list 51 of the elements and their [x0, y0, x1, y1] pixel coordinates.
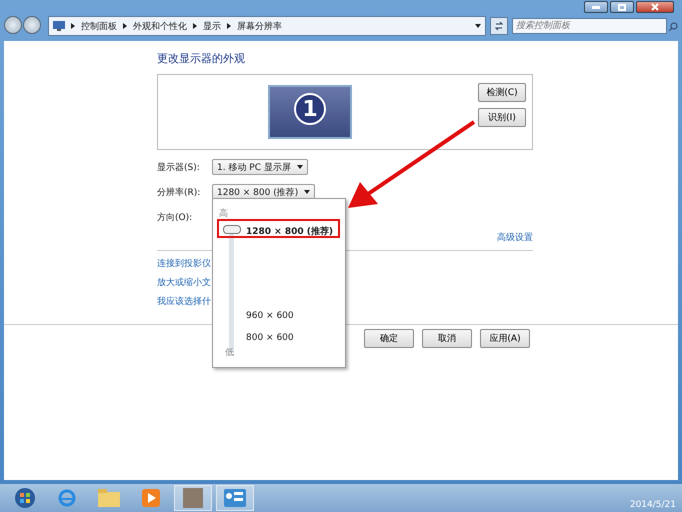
maximize-icon — [618, 4, 626, 10]
back-button[interactable] — [4, 16, 22, 34]
field-label: 方向(O): — [157, 212, 194, 224]
refresh-button[interactable] — [490, 17, 508, 35]
caret-icon — [296, 165, 303, 169]
breadcrumb[interactable]: 屏幕分辨率 — [237, 20, 282, 32]
chevron-icon — [193, 23, 197, 29]
breadcrumb[interactable]: 显示 — [203, 20, 221, 32]
minimize-button[interactable] — [584, 1, 608, 13]
dialog-button[interactable]: 取消 — [422, 329, 472, 348]
caret-icon — [304, 190, 310, 194]
monitor-number: 1 — [294, 93, 326, 125]
photo-viewer-button[interactable] — [174, 485, 212, 511]
slider-thumb[interactable] — [223, 225, 241, 234]
help-link[interactable]: 我应该选择什 — [157, 295, 211, 308]
chevron-icon — [71, 23, 75, 29]
minimize-icon — [592, 6, 600, 8]
help-link[interactable]: 放大或缩小文 — [157, 276, 211, 289]
help-link[interactable]: 连接到投影仪 — [157, 257, 211, 270]
search-icon — [669, 22, 678, 30]
control-panel-icon[interactable] — [216, 485, 254, 511]
close-icon — [651, 3, 659, 11]
photo-placeholder — [183, 488, 203, 508]
low-label: 低 — [225, 347, 234, 359]
field-label: 分辨率(R): — [157, 186, 202, 198]
high-label: 高 — [219, 208, 228, 220]
search-field[interactable]: 搜索控制面板 — [512, 18, 667, 34]
close-button[interactable] — [636, 1, 674, 13]
advanced-settings-link[interactable]: 高级设置 — [497, 233, 533, 243]
breadcrumb[interactable]: 外观和个性化 — [133, 20, 187, 32]
page-heading: 更改显示器的外观 — [157, 51, 246, 66]
resolution-option[interactable]: 960 × 600 — [246, 311, 294, 321]
resolution-option[interactable]: 1280 × 800 (推荐) — [246, 225, 334, 238]
breadcrumb[interactable]: 控制面板 — [81, 20, 117, 32]
panel-button[interactable]: 识别(I) — [478, 108, 526, 127]
forward-button[interactable] — [23, 16, 41, 34]
dialog-button[interactable]: 应用(A) — [480, 329, 530, 348]
maximize-button[interactable] — [610, 1, 634, 13]
monitor-thumbnail[interactable]: 1 — [268, 85, 352, 139]
chevron-icon — [227, 23, 231, 29]
resolution-option[interactable]: 800 × 600 — [246, 333, 294, 343]
field-label: 显示器(S): — [157, 162, 201, 174]
clock-date: 2014/5/21 — [630, 500, 676, 510]
chevron-icon — [123, 23, 127, 29]
dropdown[interactable]: 1. 移动 PC 显示屏 — [212, 159, 308, 175]
panel-button[interactable]: 检测(C) — [478, 83, 526, 102]
address-bar[interactable]: 控制面板 外观和个性化 显示 屏幕分辨率 — [48, 16, 486, 36]
dropdown-icon[interactable] — [475, 24, 481, 28]
dialog-button[interactable]: 确定 — [364, 329, 414, 348]
refresh-icon — [494, 21, 504, 31]
monitor-icon — [53, 21, 65, 31]
